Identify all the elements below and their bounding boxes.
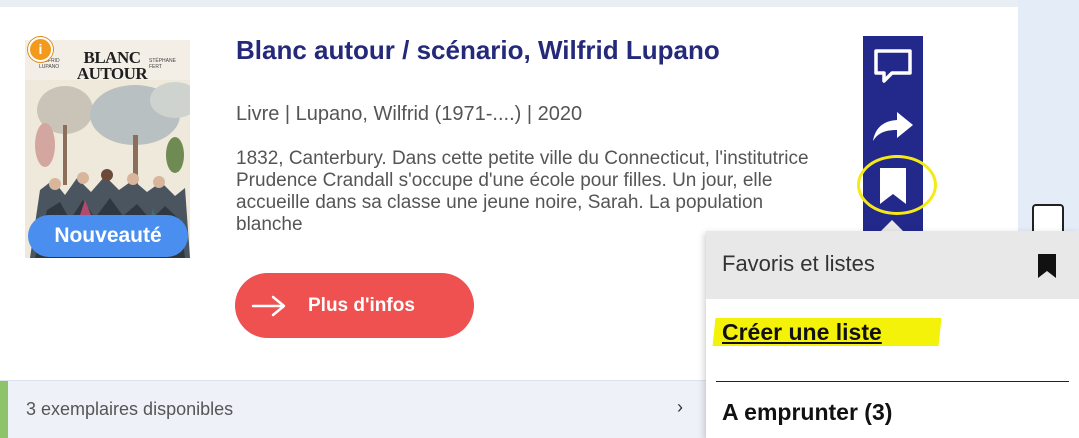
comment-icon <box>874 49 912 83</box>
availability-bar[interactable]: 3 exemplaires disponibles › <box>0 380 706 438</box>
new-badge: Nouveauté <box>28 215 188 257</box>
cover-author-right: STÉPHANE FERT <box>149 58 176 70</box>
availability-text: 3 exemplaires disponibles <box>26 399 234 419</box>
share-button[interactable] <box>863 101 923 151</box>
create-list-link[interactable]: Créer une liste <box>722 319 882 346</box>
record-meta: Livre | Lupano, Wilfrid (1971-....) | 20… <box>236 103 583 125</box>
favorites-button[interactable] <box>863 161 923 211</box>
chevron-right-icon: › <box>677 397 683 417</box>
record-title[interactable]: Blanc autour / scénario, Wilfrid Lupano <box>236 35 720 66</box>
bookmark-icon <box>880 168 906 204</box>
arrow-right-icon <box>251 295 286 316</box>
top-strip <box>0 0 1079 7</box>
more-info-label: Plus d'infos <box>308 294 415 316</box>
info-icon[interactable]: i <box>28 37 53 62</box>
favorites-dropdown: Favoris et listes Créer une liste A empr… <box>706 231 1079 438</box>
share-icon <box>873 112 913 141</box>
comment-button[interactable] <box>863 41 923 91</box>
favorites-dropdown-title: Favoris et listes <box>722 251 875 276</box>
dropdown-divider <box>716 381 1069 382</box>
page: WILFRID LUPANO BLANC AUTOUR STÉPHANE FER… <box>0 0 1079 438</box>
action-bar <box>863 36 923 236</box>
bookmark-icon <box>1038 254 1056 278</box>
more-info-button[interactable]: Plus d'infos <box>235 273 474 338</box>
availability-accent <box>0 381 8 438</box>
record-summary: 1832, Canterbury. Dans cette petite vill… <box>236 148 809 234</box>
cover-title: BLANC AUTOUR <box>72 49 152 82</box>
borrow-list-item[interactable]: A emprunter (3) <box>722 399 892 426</box>
dropdown-caret <box>881 220 903 231</box>
favorites-dropdown-header: Favoris et listes <box>706 231 1079 299</box>
